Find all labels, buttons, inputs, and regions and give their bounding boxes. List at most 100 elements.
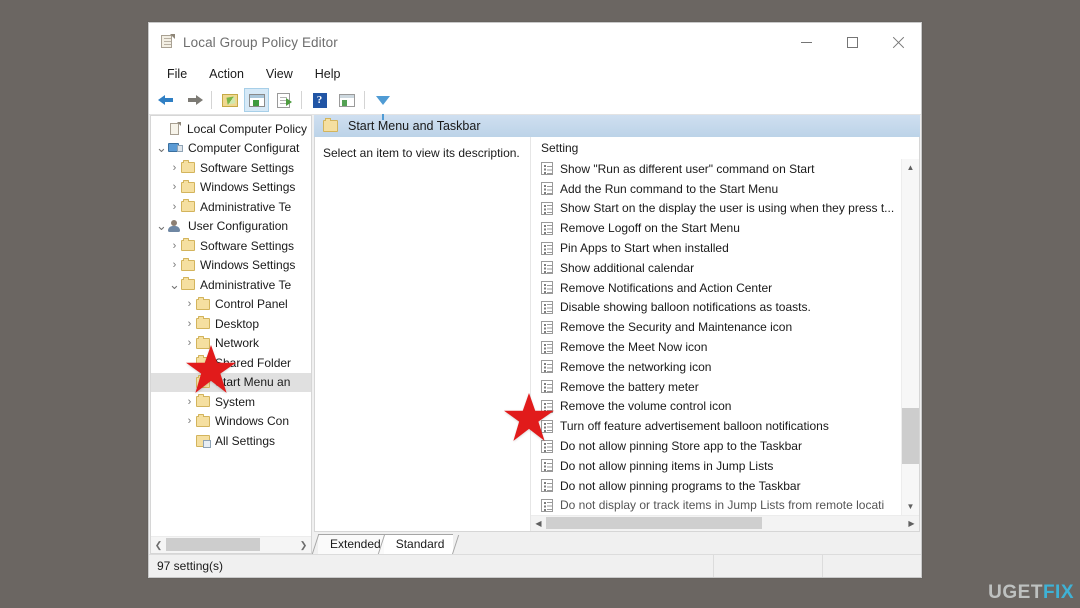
local-group-policy-editor-window: Local Group Policy Editor File Action Vi… [148, 22, 922, 578]
menu-item-help[interactable]: Help [305, 64, 351, 84]
column-header-setting[interactable]: Setting [531, 137, 919, 159]
tree-item[interactable]: › Administrative Te [151, 197, 311, 217]
chevron-right-icon[interactable]: › [183, 415, 196, 427]
menu-item-file[interactable]: File [157, 64, 197, 84]
settings-list-row-label: Remove the Meet Now icon [560, 340, 708, 355]
tree-hscroll-thumb[interactable] [166, 538, 260, 551]
tree-item[interactable]: › Software Settings [151, 158, 311, 178]
folder-icon [181, 199, 195, 213]
tree-item[interactable]: › Windows Settings [151, 178, 311, 198]
up-one-level-button[interactable] [217, 88, 242, 112]
settings-list-row[interactable]: Show Start on the display the user is us… [531, 199, 901, 219]
tree-item[interactable]: › Windows Con [151, 412, 311, 432]
settings-list-row[interactable]: Do not allow pinning Store app to the Ta… [531, 436, 901, 456]
settings-vertical-scrollbar[interactable]: ▲ ▼ [901, 159, 919, 515]
settings-list-row[interactable]: Remove the volume control icon [531, 397, 901, 417]
settings-list-row[interactable]: Disable showing balloon notifications as… [531, 298, 901, 318]
maximize-button[interactable] [829, 23, 875, 61]
menu-item-view[interactable]: View [256, 64, 303, 84]
tree-item[interactable]: ⌄ Computer Configurat [151, 139, 311, 159]
tree-item[interactable]: › Software Settings [151, 236, 311, 256]
settings-list-row[interactable]: Show additional calendar [531, 258, 901, 278]
settings-list-row[interactable]: Do not allow pinning programs to the Tas… [531, 476, 901, 496]
settings-list-row[interactable]: Remove Notifications and Action Center [531, 278, 901, 298]
ugetfix-watermark: UG ET FIX [988, 582, 1074, 604]
all-settings-icon [196, 434, 211, 448]
chevron-placeholder [183, 436, 196, 446]
chevron-right-icon[interactable]: › [168, 181, 181, 193]
tree-item[interactable]: › Control Panel [151, 295, 311, 315]
folder-icon [181, 179, 195, 193]
help-button[interactable]: ? [307, 88, 332, 112]
folder-up-icon [221, 93, 238, 107]
folder-icon [196, 296, 210, 310]
settings-list-row[interactable]: Remove the networking icon [531, 357, 901, 377]
settings-list-row-label: Do not allow pinning items in Jump Lists [560, 458, 774, 473]
tree-item[interactable]: › Windows Settings [151, 256, 311, 276]
description-pane: Select an item to view its description. [315, 137, 531, 531]
scroll-right-icon[interactable]: ▶ [904, 519, 919, 528]
filter-button[interactable] [370, 88, 395, 120]
export-list-button[interactable] [271, 88, 296, 112]
minimize-button[interactable] [783, 23, 829, 61]
back-button[interactable] [154, 88, 179, 112]
tree-item-label: Administrative Te [200, 277, 292, 292]
settings-list-row-label: Do not display or track items in Jump Li… [560, 498, 885, 513]
settings-list-row[interactable]: Turn off feature advertisement balloon n… [531, 416, 901, 436]
tree-item[interactable]: All Settings [151, 431, 311, 451]
scroll-down-icon[interactable]: ▼ [902, 498, 919, 515]
tree-item[interactable]: Local Computer Policy [151, 119, 311, 139]
chevron-right-icon[interactable]: › [168, 240, 181, 252]
settings-list-row[interactable]: Show "Run as different user" command on … [531, 159, 901, 179]
settings-vscroll-thumb[interactable] [902, 408, 919, 464]
settings-list-row[interactable]: Remove Logoff on the Start Menu [531, 218, 901, 238]
tree-item[interactable]: › Desktop [151, 314, 311, 334]
tree-item[interactable]: ⌄ User Configuration [151, 217, 311, 237]
settings-list-row[interactable]: Do not allow pinning items in Jump Lists [531, 456, 901, 476]
menu-item-action[interactable]: Action [199, 64, 254, 84]
scroll-left-icon[interactable]: ❮ [151, 540, 166, 551]
tree-item-label: User Configuration [188, 219, 289, 234]
chevron-right-icon[interactable]: › [168, 259, 181, 271]
settings-list-row[interactable]: Do not display or track items in Jump Li… [531, 496, 901, 515]
settings-list-row-label: Turn off feature advertisement balloon n… [560, 419, 829, 434]
chevron-right-icon[interactable]: › [183, 396, 196, 408]
scroll-right-icon[interactable]: ❯ [296, 540, 311, 551]
settings-list-row[interactable]: Remove the Security and Maintenance icon [531, 317, 901, 337]
chevron-right-icon[interactable]: › [168, 201, 181, 213]
chevron-placeholder [155, 124, 168, 134]
chevron-right-icon[interactable]: › [183, 318, 196, 330]
settings-list-pane: Setting Show "Run as different user" com… [531, 137, 919, 531]
settings-vscroll-track[interactable] [902, 176, 919, 498]
forward-button[interactable] [181, 88, 206, 112]
settings-hscroll-track[interactable] [546, 516, 904, 531]
settings-list-row[interactable]: Remove the Meet Now icon [531, 337, 901, 357]
policy-setting-icon [541, 182, 553, 196]
tree-item[interactable]: ⌄ Administrative Te [151, 275, 311, 295]
tree-hscroll-track[interactable] [166, 537, 296, 553]
policy-setting-icon [541, 221, 553, 235]
settings-list-row[interactable]: Remove the battery meter [531, 377, 901, 397]
properties-button[interactable] [334, 88, 359, 112]
settings-list-row[interactable]: Pin Apps to Start when installed [531, 238, 901, 258]
settings-horizontal-scrollbar[interactable]: ◀ ▶ [531, 515, 919, 531]
policy-setting-icon [541, 162, 553, 176]
scroll-up-icon[interactable]: ▲ [902, 159, 919, 176]
result-pane-content: Select an item to view its description. … [314, 137, 920, 532]
close-button[interactable] [875, 23, 921, 61]
show-hide-console-tree-button[interactable] [244, 88, 269, 112]
folder-icon [196, 316, 210, 330]
chevron-right-icon[interactable]: › [183, 298, 196, 310]
computer-icon [168, 142, 183, 155]
settings-hscroll-thumb[interactable] [546, 517, 762, 529]
scroll-left-icon[interactable]: ◀ [531, 519, 546, 528]
tree-item-label: Windows Settings [200, 258, 296, 273]
settings-list-row[interactable]: Add the Run command to the Start Menu [531, 179, 901, 199]
settings-list-row-label: Do not allow pinning programs to the Tas… [560, 478, 801, 493]
watermark-part3: FIX [1042, 582, 1074, 603]
tab-standard[interactable]: Standard [383, 534, 454, 554]
chevron-right-icon[interactable]: › [168, 162, 181, 174]
folder-icon [181, 160, 195, 174]
settings-list: Show "Run as different user" command on … [531, 159, 901, 515]
tree-horizontal-scrollbar[interactable]: ❮ ❯ [151, 536, 311, 553]
